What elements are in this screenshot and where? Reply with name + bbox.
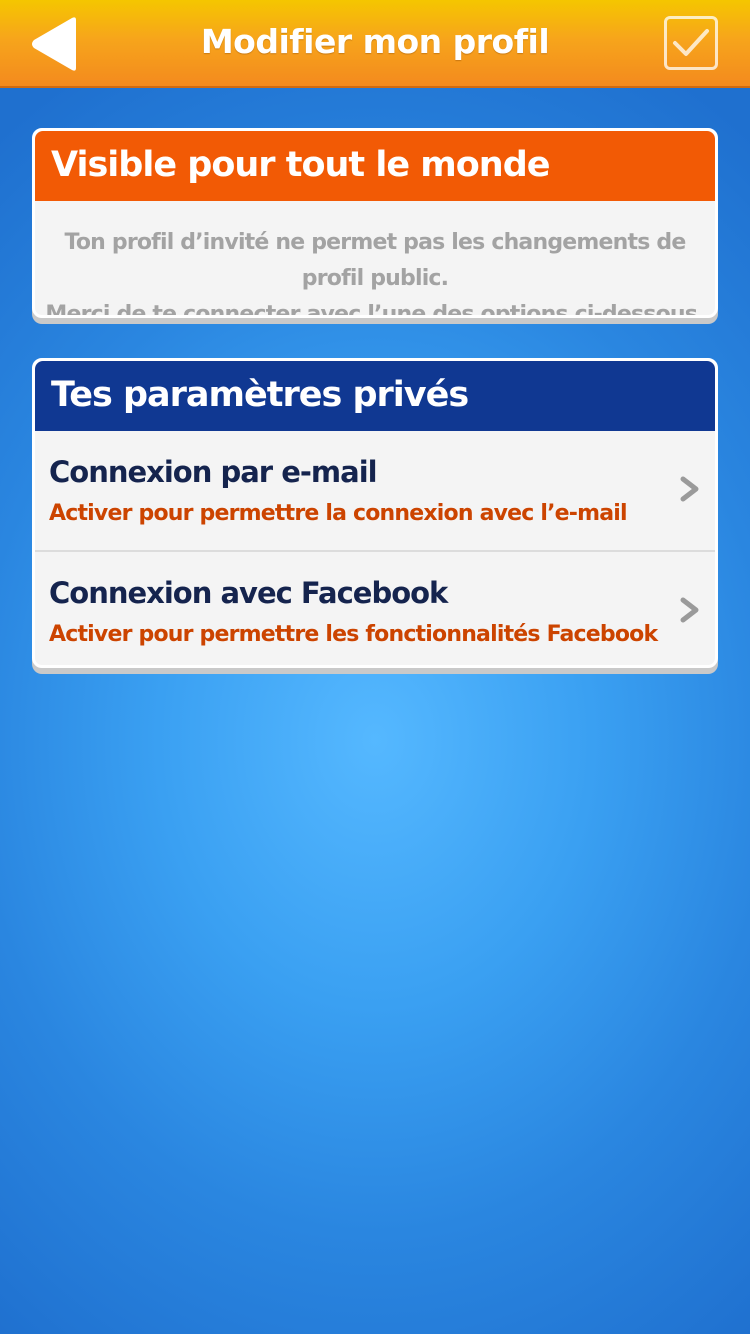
checkmark-icon	[673, 29, 709, 56]
info-line-2: Merci de te connecter avec l’une des opt…	[45, 302, 705, 318]
email-login-subtitle: Activer pour permettre la connexion avec…	[49, 501, 628, 526]
public-profile-card: Visible pour tout le monde Ton profil d’…	[32, 128, 718, 318]
email-login-title: Connexion par e-mail	[49, 455, 378, 489]
confirm-button[interactable]	[664, 16, 718, 70]
private-card-heading: Tes paramètres privés	[35, 361, 715, 431]
private-settings-card: Tes paramètres privés Connexion par e-ma…	[32, 358, 718, 668]
chevron-right-icon	[680, 597, 699, 623]
facebook-login-subtitle: Activer pour permettre les fonctionnalit…	[49, 622, 658, 647]
guest-info-message: Ton profil d’invité ne permet pas les ch…	[35, 201, 715, 318]
facebook-login-title: Connexion avec Facebook	[49, 576, 448, 610]
email-login-row[interactable]: Connexion par e-mail Activer pour permet…	[35, 431, 715, 550]
public-card-heading: Visible pour tout le monde	[35, 131, 715, 201]
page-title: Modifier mon profil	[200, 22, 550, 61]
facebook-login-row[interactable]: Connexion avec Facebook Activer pour per…	[35, 550, 715, 665]
chevron-right-icon	[680, 476, 699, 502]
info-line-1: Ton profil d’invité ne permet pas les ch…	[64, 230, 687, 291]
top-bar: Modifier mon profil	[0, 0, 750, 88]
